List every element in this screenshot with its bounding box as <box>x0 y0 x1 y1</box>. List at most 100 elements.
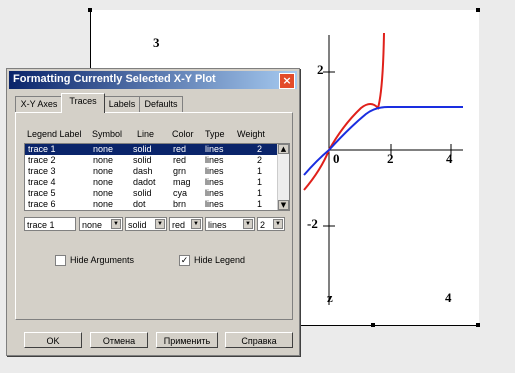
list-cell: solid <box>133 188 152 198</box>
list-item[interactable]: trace 3 none dash grn lines 1 <box>25 166 277 177</box>
ok-button[interactable]: OK <box>24 332 82 348</box>
list-cell: red <box>173 155 187 165</box>
plot-label-bottom-right: 4 <box>445 290 452 305</box>
weight-value: 2 <box>260 220 266 230</box>
list-cell: red <box>173 144 187 154</box>
list-cell: lines <box>205 144 224 154</box>
column-header: Type <box>205 129 225 139</box>
list-scrollbar[interactable]: ▲ ▼ <box>277 144 289 210</box>
list-cell: trace 5 <box>28 188 56 198</box>
tab-xy-axes[interactable]: X-Y Axes <box>15 96 63 112</box>
legend-label-input[interactable]: trace 1 <box>24 217 76 231</box>
list-cell: solid <box>133 155 152 165</box>
list-cell: lines <box>205 188 224 198</box>
list-cell: 2 <box>257 155 263 165</box>
hide-arguments-checkbox[interactable]: Hide Arguments <box>55 255 135 267</box>
dialog-titlebar[interactable]: Formatting Currently Selected X-Y Plot × <box>9 71 297 89</box>
resize-handle[interactable] <box>88 8 92 12</box>
list-cell: 1 <box>257 166 263 176</box>
resize-handle[interactable] <box>371 323 375 327</box>
x-tick-label: 0 <box>333 151 340 166</box>
list-cell: none <box>93 166 114 176</box>
color-value: red <box>172 220 186 230</box>
list-item[interactable]: trace 2 none solid red lines 2 <box>25 155 277 166</box>
formatting-dialog: Formatting Currently Selected X-Y Plot ×… <box>6 68 300 356</box>
type-select[interactable]: lines ▼ <box>205 217 255 231</box>
scroll-down-icon[interactable]: ▼ <box>278 200 289 210</box>
type-value: lines <box>208 220 227 230</box>
list-cell: cya <box>173 188 188 198</box>
x-axis-label: z <box>327 290 333 305</box>
line-value: solid <box>128 220 147 230</box>
help-button[interactable]: Справка <box>225 332 293 348</box>
x-tick-label: 2 <box>387 151 394 166</box>
resize-handle[interactable] <box>476 8 480 12</box>
list-cell: dadot <box>133 177 156 187</box>
list-cell: trace 3 <box>28 166 56 176</box>
trace-blue <box>303 106 463 176</box>
list-cell: lines <box>205 155 224 165</box>
symbol-select[interactable]: none ▼ <box>79 217 123 231</box>
hide-legend-label: Hide Legend <box>194 255 246 265</box>
column-header: Weight <box>237 129 265 139</box>
list-item[interactable]: trace 5 none solid cya lines 1 <box>25 188 277 199</box>
list-cell: 1 <box>257 199 263 209</box>
column-header: Line <box>137 129 155 139</box>
plot-label-top-left: 3 <box>153 35 160 50</box>
list-cell: lines <box>205 199 224 209</box>
list-cell: none <box>93 188 114 198</box>
list-cell: solid <box>133 144 152 154</box>
list-cell: 1 <box>257 177 263 187</box>
trace-red <box>303 32 385 191</box>
list-cell: dot <box>133 199 146 209</box>
list-cell: 1 <box>257 188 263 198</box>
list-cell: none <box>93 199 114 209</box>
symbol-value: none <box>82 220 103 230</box>
apply-button[interactable]: Применить <box>156 332 218 348</box>
list-cell: mag <box>173 177 191 187</box>
chevron-down-icon[interactable]: ▼ <box>273 219 283 229</box>
tab-traces[interactable]: Traces <box>61 93 105 113</box>
line-select[interactable]: solid ▼ <box>125 217 167 231</box>
cancel-button[interactable]: Отмена <box>90 332 148 348</box>
list-cell: none <box>93 155 114 165</box>
list-item[interactable]: trace 1 none solid red lines 2 <box>25 144 277 155</box>
hide-legend-checkbox[interactable]: ✓ Hide Legend <box>179 255 246 267</box>
list-cell: lines <box>205 177 224 187</box>
chevron-down-icon[interactable]: ▼ <box>111 219 121 229</box>
y-tick-label: 2 <box>317 62 324 77</box>
list-cell: trace 6 <box>28 199 56 209</box>
list-item[interactable]: trace 6 none dot brn lines 1 <box>25 199 277 210</box>
list-item[interactable]: trace 4 none dadot mag lines 1 <box>25 177 277 188</box>
tab-labels[interactable]: Labels <box>103 96 141 112</box>
list-cell: none <box>93 177 114 187</box>
column-header: Legend Label <box>27 129 82 139</box>
hide-arguments-label: Hide Arguments <box>70 255 135 265</box>
dialog-title: Formatting Currently Selected X-Y Plot <box>13 73 216 85</box>
chevron-down-icon[interactable]: ▼ <box>155 219 165 229</box>
scroll-up-icon[interactable]: ▲ <box>278 144 289 154</box>
list-cell: brn <box>173 199 187 209</box>
column-header: Symbol <box>92 129 123 139</box>
chevron-down-icon[interactable]: ▼ <box>191 219 201 229</box>
list-cell: grn <box>173 166 187 176</box>
column-header: Color <box>172 129 194 139</box>
list-cell: dash <box>133 166 153 176</box>
checkbox-box[interactable] <box>55 255 66 267</box>
resize-handle[interactable] <box>476 323 480 327</box>
close-icon[interactable]: × <box>279 73 295 89</box>
color-select[interactable]: red ▼ <box>169 217 203 231</box>
list-cell: trace 4 <box>28 177 56 187</box>
list-cell: 2 <box>257 144 263 154</box>
traces-list[interactable]: trace 1 none solid red lines 2 trace 2 none soli… <box>24 143 290 211</box>
list-cell: lines <box>205 166 224 176</box>
x-tick-label: 4 <box>446 151 453 166</box>
y-tick-label: -2 <box>307 216 318 231</box>
chevron-down-icon[interactable]: ▼ <box>243 219 253 229</box>
list-cell: trace 2 <box>28 155 56 165</box>
tab-defaults[interactable]: Defaults <box>139 96 183 112</box>
weight-select[interactable]: 2 ▼ <box>257 217 285 231</box>
list-cell: none <box>93 144 114 154</box>
check-icon[interactable]: ✓ <box>179 255 190 267</box>
list-cell: trace 1 <box>28 144 56 154</box>
